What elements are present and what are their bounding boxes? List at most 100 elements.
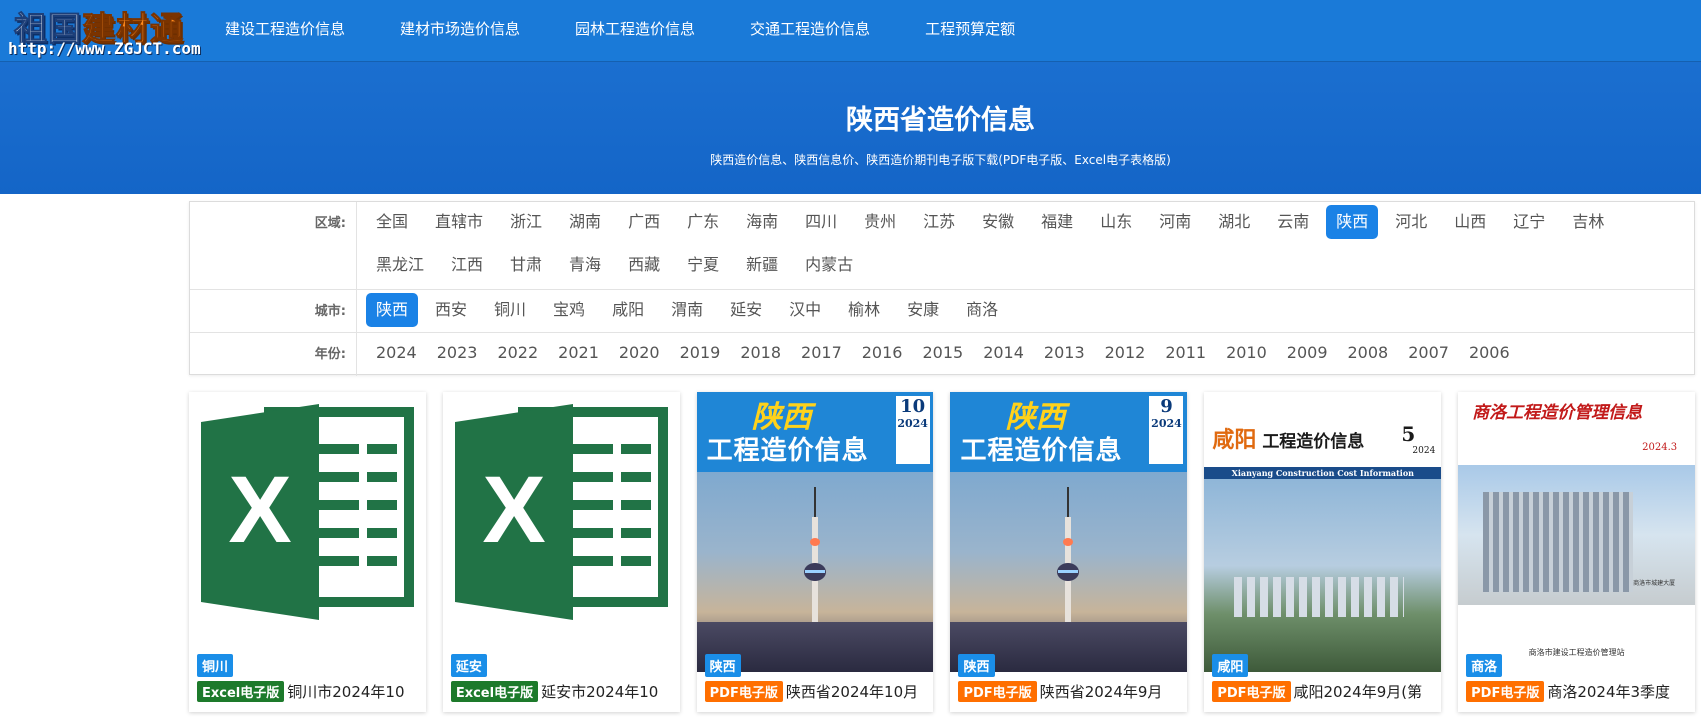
nav-construction-cost[interactable]: 建设工程造价信息 [225,18,345,39]
filter-option-year[interactable]: 2009 [1277,336,1338,370]
filter-option-city[interactable]: 安康 [897,293,949,327]
filter-option-region[interactable]: 江西 [441,248,493,282]
filter-option-year[interactable]: 2016 [852,336,913,370]
magazine-title: 商洛工程造价管理信息 [1472,403,1643,423]
document-card-list: X 铜川 Excel电子版 铜川市2024年10 X 延安 Excel电子版 延… [189,392,1695,712]
site-logo[interactable]: 祖国建材通 http://www.ZGJCT.com [8,2,218,59]
filter-option-year[interactable]: 2015 [912,336,973,370]
nav-landscape-cost[interactable]: 园林工程造价信息 [575,18,695,39]
svg-text:X: X [228,457,291,563]
document-card[interactable]: X 铜川 Excel电子版 铜川市2024年10 [189,392,426,712]
card-caption[interactable]: Excel电子版 延安市2024年10 [450,680,676,702]
filter-option-year[interactable]: 2024 [366,336,427,370]
magazine-issue-box: 10 2024 [895,396,930,464]
filter-option-city[interactable]: 商洛 [956,293,1008,327]
region-options: 全国 直辖市 浙江 湖南 广西 广东 海南 四川 贵州 江苏 安徽 福建 山东 河南 湖北 云南 陕西 河北 山西辽… [366,205,1694,291]
card-cover[interactable]: 陕西 工程造价信息 9 2024 [950,392,1188,672]
filter-option-region[interactable]: 四川 [795,205,847,239]
filter-option-year[interactable]: 2021 [548,336,609,370]
filter-option-year[interactable]: 2013 [1034,336,1095,370]
filter-option-region[interactable]: 陕西 [1326,205,1379,239]
filter-option-region[interactable]: 甘肃 [500,248,552,282]
filter-option-region[interactable]: 河北 [1385,205,1437,239]
filter-option-region[interactable]: 浙江 [500,205,552,239]
filter-option-city[interactable]: 宝鸡 [543,293,595,327]
filter-option-city[interactable]: 榆林 [838,293,890,327]
filter-option-year[interactable]: 2023 [427,336,488,370]
filter-option-region[interactable]: 黑龙江 [366,248,434,282]
magazine-issue-year: 2024 [1151,417,1182,430]
filter-option-region[interactable]: 河南 [1149,205,1201,239]
filter-option-year[interactable]: 2018 [730,336,791,370]
filter-option-region[interactable]: 贵州 [854,205,906,239]
filter-option-city[interactable]: 渭南 [661,293,713,327]
top-header: 祖国建材通 http://www.ZGJCT.com 建设工程造价信息 建材市场… [0,0,1701,62]
filter-option-region[interactable]: 吉林 [1562,205,1614,239]
filter-option-city[interactable]: 延安 [720,293,772,327]
filter-option-region[interactable]: 西藏 [618,248,670,282]
filter-option-city[interactable]: 陕西 [366,293,419,327]
document-card[interactable]: 陕西 工程造价信息 9 2024 陕西 PDF电子版 陕西省2024年9月 [950,392,1188,712]
card-cover[interactable]: X [442,392,680,672]
filter-option-region[interactable]: 湖北 [1208,205,1260,239]
filter-option-city[interactable]: 铜川 [484,293,536,327]
filter-label-region: 区域: [190,202,357,289]
filter-option-city[interactable]: 咸阳 [602,293,654,327]
filter-option-region[interactable]: 广西 [618,205,670,239]
filter-option-year[interactable]: 2012 [1095,336,1156,370]
card-caption[interactable]: PDF电子版 咸阳2024年9月(第 [1212,680,1437,702]
filter-option-city[interactable]: 西安 [425,293,477,327]
card-caption[interactable]: PDF电子版 商洛2024年3季度 [1466,680,1691,702]
filter-option-region[interactable]: 青海 [559,248,611,282]
magazine-issue-number: 10 [900,396,926,417]
document-card[interactable]: X 延安 Excel电子版 延安市2024年10 [442,392,680,712]
filter-option-region[interactable]: 宁夏 [677,248,729,282]
filter-option-region[interactable]: 广东 [677,205,729,239]
card-cover[interactable]: X [189,392,426,672]
filter-option-year[interactable]: 2020 [609,336,670,370]
card-caption[interactable]: PDF电子版 陕西省2024年10月 [704,680,930,702]
filter-option-region[interactable]: 湖南 [559,205,611,239]
city-badge: 延安 [450,654,487,677]
filter-option-region[interactable]: 云南 [1267,205,1319,239]
filter-option-region[interactable]: 内蒙古 [795,248,863,282]
magazine-title: 工程造价信息 [706,436,869,466]
logo-url: http://www.ZGJCT.com [8,39,201,58]
document-card[interactable]: 陕西 工程造价信息 10 2024 陕西 PDF电子版 陕西省2024年10月 [696,392,934,712]
card-cover[interactable]: 商洛工程造价管理信息 2024.3 商洛市城建大厦 商洛市建设工程造价管理站 [1458,392,1695,672]
document-card[interactable]: 商洛工程造价管理信息 2024.3 商洛市城建大厦 商洛市建设工程造价管理站 商… [1458,392,1695,712]
document-card[interactable]: 咸阳 工程造价信息 5 2024 Xianyang Construction C… [1204,392,1442,712]
nav-material-market[interactable]: 建材市场造价信息 [400,18,520,39]
filter-option-year[interactable]: 2010 [1216,336,1277,370]
format-badge: PDF电子版 [1212,680,1291,702]
filter-option-region[interactable]: 安徽 [972,205,1024,239]
card-cover[interactable]: 咸阳 工程造价信息 5 2024 Xianyang Construction C… [1204,392,1442,672]
magazine-issue-year: 2024 [897,417,928,430]
magazine-title: 工程造价信息 [1262,432,1365,452]
filter-option-region[interactable]: 新疆 [736,248,788,282]
filter-option-region[interactable]: 辽宁 [1503,205,1555,239]
filter-option-year[interactable]: 2019 [670,336,731,370]
nav-budget-quota[interactable]: 工程预算定额 [925,18,1015,39]
filter-option-region[interactable]: 直辖市 [425,205,493,239]
filter-option-year[interactable]: 2006 [1459,336,1520,370]
filter-option-year[interactable]: 2017 [791,336,852,370]
filter-option-year[interactable]: 2022 [487,336,548,370]
filter-option-city[interactable]: 汉中 [779,293,831,327]
card-cover[interactable]: 陕西 工程造价信息 10 2024 [696,392,934,672]
nav-traffic-cost[interactable]: 交通工程造价信息 [750,18,870,39]
card-caption[interactable]: PDF电子版 陕西省2024年9月 [958,680,1183,702]
filter-option-region[interactable]: 福建 [1031,205,1083,239]
filter-option-year[interactable]: 2007 [1398,336,1459,370]
page-banner: 陕西省造价信息 陕西造价信息、陕西信息价、陕西造价期刊电子版下载(PDF电子版、… [0,62,1701,194]
card-caption[interactable]: Excel电子版 铜川市2024年10 [197,680,422,702]
filter-option-region[interactable]: 海南 [736,205,788,239]
filter-option-year[interactable]: 2008 [1338,336,1399,370]
filter-option-year[interactable]: 2011 [1155,336,1216,370]
magazine-english-title: Xianyang Construction Cost Information [1204,467,1442,479]
filter-option-year[interactable]: 2014 [973,336,1034,370]
filter-option-region[interactable]: 山东 [1090,205,1142,239]
filter-option-region[interactable]: 江苏 [913,205,965,239]
filter-option-region[interactable]: 山西 [1444,205,1496,239]
filter-option-region[interactable]: 全国 [366,205,418,239]
